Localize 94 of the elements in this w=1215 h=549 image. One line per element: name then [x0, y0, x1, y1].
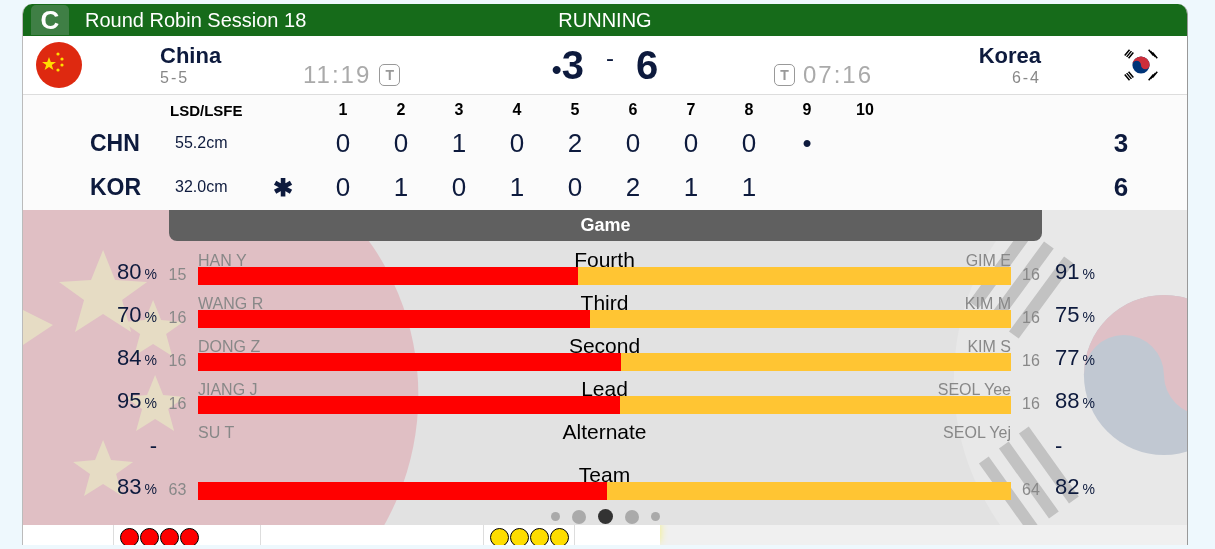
position-label: Third [580, 293, 629, 312]
page-dot[interactable] [597, 509, 613, 524]
game-status: RUNNING [558, 8, 652, 32]
end-score: 0 [509, 127, 525, 158]
shot-percentage: 84% [116, 347, 157, 371]
player-name: KIM M [964, 295, 1011, 312]
end-score: 2 [625, 171, 641, 202]
shot-count: 16 [168, 309, 187, 326]
shot-count: 16 [1022, 352, 1040, 369]
shot-count: 15 [168, 266, 187, 283]
draw-distance: 55.2cm [174, 134, 229, 152]
shot-percentage: 77% [1054, 347, 1096, 371]
end-number: 10 [855, 101, 875, 119]
shot-percentage: 70% [116, 304, 157, 328]
end-score: 0 [335, 171, 351, 202]
end-score: 0 [335, 127, 351, 158]
end-number: 4 [511, 101, 523, 119]
hammer-mark: ✱ [272, 173, 293, 201]
end-score: 0 [625, 127, 641, 158]
shot-percentage: 91% [1054, 261, 1096, 285]
shot-percentage: 75% [1054, 304, 1096, 328]
end-number: 7 [685, 101, 697, 119]
shot-percentage: 95% [116, 390, 157, 414]
end-number: 5 [569, 101, 581, 119]
page-dot[interactable] [650, 512, 660, 521]
player-name: JIANG J [198, 381, 258, 398]
end-score: 1 [683, 171, 699, 202]
shot-count: 16 [1022, 395, 1040, 412]
timeout-badge: T [379, 64, 401, 86]
shot-count: 64 [1022, 481, 1040, 498]
end-number: 2 [395, 101, 407, 119]
end-score: 0 [567, 171, 583, 202]
position-label: Fourth [574, 250, 635, 269]
total-score: 6 [1112, 171, 1130, 203]
shot-percentage: 80% [116, 261, 157, 285]
end-number: 3 [453, 101, 465, 119]
column-heading: LSD/LSFE [169, 101, 244, 119]
end-score: 0 [741, 127, 757, 158]
player-name: SEOL Yee [937, 381, 1011, 398]
team-score: 6 [635, 42, 659, 88]
china-flag-icon [36, 42, 82, 88]
player-name: HAN Y [198, 252, 247, 269]
team-score: •3 [551, 42, 584, 88]
page-dot[interactable] [550, 512, 560, 521]
shot-count: 63 [168, 481, 187, 498]
position-label: Lead [581, 379, 628, 398]
draw-distance: 32.0cm [174, 178, 229, 196]
player-name: WANG R [198, 295, 264, 312]
end-score: 2 [567, 127, 583, 158]
position-label: Alternate [562, 422, 647, 441]
total-score: 3 [1112, 127, 1130, 159]
end-score: 0 [683, 127, 699, 158]
team-abbreviation: CHN [89, 129, 141, 157]
player-name: KIM S [967, 338, 1011, 355]
shot-percentage: 88% [1054, 390, 1096, 414]
end-score: 0 [393, 127, 409, 158]
end-number: 1 [337, 101, 349, 119]
player-name: SU T [198, 424, 235, 441]
end-number: 9 [801, 101, 813, 119]
position-label: Second [568, 336, 641, 355]
section-tab[interactable]: Game [169, 210, 1042, 241]
player-name: SEOL Yej [943, 424, 1011, 441]
shot-percentage: - [148, 435, 157, 457]
time-remaining: 11:19 [303, 61, 372, 89]
page-dot[interactable] [571, 509, 586, 524]
session-title: Round Robin Session 18 [85, 8, 307, 32]
shot-count: 16 [1022, 266, 1040, 283]
end-score: 1 [451, 127, 467, 158]
shot-count: 16 [168, 352, 187, 369]
shot-count: 16 [1022, 309, 1040, 326]
time-remaining: 07:16 [802, 61, 873, 89]
page-dot[interactable] [624, 509, 639, 524]
team-name: China [160, 43, 223, 69]
shot-percentage: 82% [1054, 476, 1096, 500]
player-name: GIM E [965, 252, 1011, 269]
category-badge: C [31, 5, 69, 35]
shot-count: 16 [168, 395, 187, 412]
end-score: 1 [393, 171, 409, 202]
team-abbreviation: KOR [89, 173, 143, 201]
score-separator: - [605, 44, 614, 72]
position-label: Team [578, 465, 631, 484]
end-score: 1 [741, 171, 757, 202]
end-score: 0 [451, 171, 467, 202]
timeout-badge: T [773, 64, 795, 86]
end-score: • [802, 127, 812, 158]
team-name: Korea [978, 43, 1041, 69]
end-number: 6 [627, 101, 639, 119]
team-record: 5-5 [160, 69, 191, 87]
shot-percentage: 83% [116, 476, 157, 500]
end-number: 8 [743, 101, 755, 119]
end-score: 1 [509, 171, 525, 202]
shot-percentage: - [1054, 435, 1064, 457]
team-record: 6-4 [1011, 69, 1041, 87]
player-name: DONG Z [198, 338, 261, 355]
